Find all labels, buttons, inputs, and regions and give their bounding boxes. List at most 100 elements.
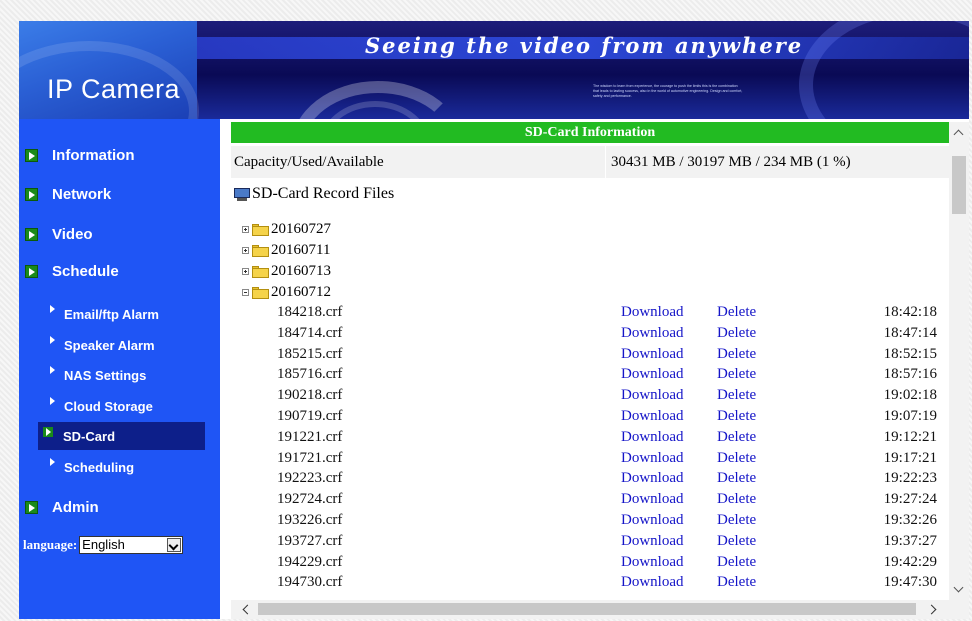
scroll-right-icon[interactable] <box>925 600 945 619</box>
sidebar-item-video[interactable]: Video <box>25 223 93 245</box>
file-name: 184714.crf <box>277 324 343 341</box>
file-time: 19:02:18 <box>883 387 937 404</box>
sidebar-item-schedule[interactable]: Schedule <box>25 260 119 282</box>
sidebar-subitem-email-ftp-alarm[interactable]: Email/ftp Alarm <box>47 303 159 325</box>
horizontal-scrollbar[interactable] <box>231 600 949 619</box>
language-label: language: <box>23 537 78 552</box>
folder-icon <box>252 286 269 299</box>
file-row: 190218.crf Download Delete 19:02:18 <box>231 386 949 407</box>
scroll-up-icon[interactable] <box>949 124 969 140</box>
file-row: 190719.crf Download Delete 19:07:19 <box>231 407 949 428</box>
file-time: 18:52:15 <box>883 345 937 362</box>
sidebar-item-label: Video <box>52 225 93 243</box>
sidebar-subitem-nas-settings[interactable]: NAS Settings <box>47 364 146 386</box>
green-arrow-icon <box>43 427 53 437</box>
file-name: 190719.crf <box>277 408 343 424</box>
banner-slogan: Seeing the video from anywhere <box>365 33 804 58</box>
folder-icon <box>252 244 269 257</box>
file-time: 19:47:30 <box>883 574 937 591</box>
download-link[interactable]: Download <box>621 387 684 404</box>
language-select[interactable]: English <box>79 536 184 554</box>
scroll-left-icon[interactable] <box>235 600 255 619</box>
download-link[interactable]: Download <box>621 574 684 591</box>
sidebar-subitem-label: Speaker Alarm <box>64 337 155 353</box>
capacity-value: 30431 MB / 30197 MB / 234 MB (1 %) <box>606 146 949 178</box>
download-link[interactable]: Download <box>621 533 684 550</box>
delete-link[interactable]: Delete <box>717 325 756 342</box>
sidebar-item-label: Information <box>52 146 135 164</box>
computer-icon <box>234 187 250 201</box>
sidebar-subitem-cloud-storage[interactable]: Cloud Storage <box>47 395 153 417</box>
expand-plus-icon[interactable] <box>242 268 249 275</box>
file-time: 19:17:21 <box>883 449 937 466</box>
delete-link[interactable]: Delete <box>717 574 756 591</box>
sidebar-item-label: Schedule <box>52 262 119 280</box>
folder-row[interactable]: 20160712 <box>242 282 331 303</box>
sidebar-subitem-scheduling[interactable]: Scheduling <box>47 456 134 478</box>
white-triangle-icon <box>50 305 55 313</box>
delete-link[interactable]: Delete <box>717 450 756 467</box>
folder-name: 20160712 <box>271 284 331 300</box>
file-time: 18:57:16 <box>883 366 937 383</box>
collapse-minus-icon[interactable] <box>242 289 249 296</box>
file-name: 194229.crf <box>277 553 343 570</box>
delete-link[interactable]: Delete <box>717 470 756 487</box>
download-link[interactable]: Download <box>621 450 684 467</box>
folder-row[interactable]: 20160711 <box>242 240 331 261</box>
download-link[interactable]: Download <box>621 366 684 383</box>
chevron-down-icon[interactable] <box>167 538 182 552</box>
file-row: 193226.crf Download Delete 19:32:26 <box>231 511 949 532</box>
delete-link[interactable]: Delete <box>717 346 756 363</box>
records-title: SD-Card Record Files <box>234 185 394 203</box>
download-link[interactable]: Download <box>621 554 684 571</box>
delete-link[interactable]: Delete <box>717 408 756 425</box>
green-arrow-icon <box>25 187 38 201</box>
file-name: 192724.crf <box>277 491 343 508</box>
delete-link[interactable]: Delete <box>717 554 756 571</box>
file-name: 185215.crf <box>277 345 343 362</box>
download-link[interactable]: Download <box>621 408 684 425</box>
delete-link[interactable]: Delete <box>717 491 756 508</box>
expand-plus-icon[interactable] <box>242 247 249 254</box>
scroll-thumb[interactable] <box>952 156 966 214</box>
file-row: 192223.crf Download Delete 19:22:23 <box>231 469 949 490</box>
sidebar-item-admin[interactable]: Admin <box>25 496 99 518</box>
delete-link[interactable]: Delete <box>717 304 756 321</box>
capacity-row: Capacity/Used/Available 30431 MB / 30197… <box>231 146 949 178</box>
scroll-thumb[interactable] <box>258 603 916 615</box>
file-time: 19:32:26 <box>883 512 937 528</box>
expand-plus-icon[interactable] <box>242 226 249 233</box>
file-row: 185716.crf Download Delete 18:57:16 <box>231 365 949 386</box>
sidebar-subitem-speaker-alarm[interactable]: Speaker Alarm <box>47 334 155 356</box>
delete-link[interactable]: Delete <box>717 366 756 383</box>
download-link[interactable]: Download <box>621 304 684 321</box>
vertical-scrollbar[interactable] <box>949 122 969 600</box>
sidebar-item-network[interactable]: Network <box>25 183 111 205</box>
download-link[interactable]: Download <box>621 429 684 446</box>
file-time: 19:22:23 <box>883 470 937 487</box>
folder-row[interactable]: 20160713 <box>242 261 331 282</box>
file-row: 193727.crf Download Delete 19:37:27 <box>231 532 949 553</box>
sidebar-subitem-label: Cloud Storage <box>64 398 153 414</box>
delete-link[interactable]: Delete <box>717 512 756 529</box>
folder-row[interactable]: 20160727 <box>242 219 331 240</box>
folder-name: 20160727 <box>271 221 331 237</box>
download-link[interactable]: Download <box>621 512 684 529</box>
language-selector: language: English <box>23 536 184 554</box>
download-link[interactable]: Download <box>621 346 684 363</box>
product-name: IP Camera <box>47 74 181 104</box>
file-row: 185215.crf Download Delete 18:52:15 <box>231 345 949 366</box>
scroll-down-icon[interactable] <box>949 582 969 598</box>
folder-name: 20160713 <box>271 263 331 279</box>
download-link[interactable]: Download <box>621 325 684 342</box>
file-row: 191221.crf Download Delete 19:12:21 <box>231 428 949 449</box>
sidebar-item-information[interactable]: Information <box>25 144 135 166</box>
delete-link[interactable]: Delete <box>717 533 756 550</box>
white-triangle-icon <box>50 397 55 405</box>
download-link[interactable]: Download <box>621 470 684 487</box>
sidebar-subitem-sd-card[interactable]: SD-Card <box>38 422 205 450</box>
green-arrow-icon <box>25 227 38 241</box>
delete-link[interactable]: Delete <box>717 387 756 404</box>
delete-link[interactable]: Delete <box>717 429 756 446</box>
download-link[interactable]: Download <box>621 491 684 508</box>
